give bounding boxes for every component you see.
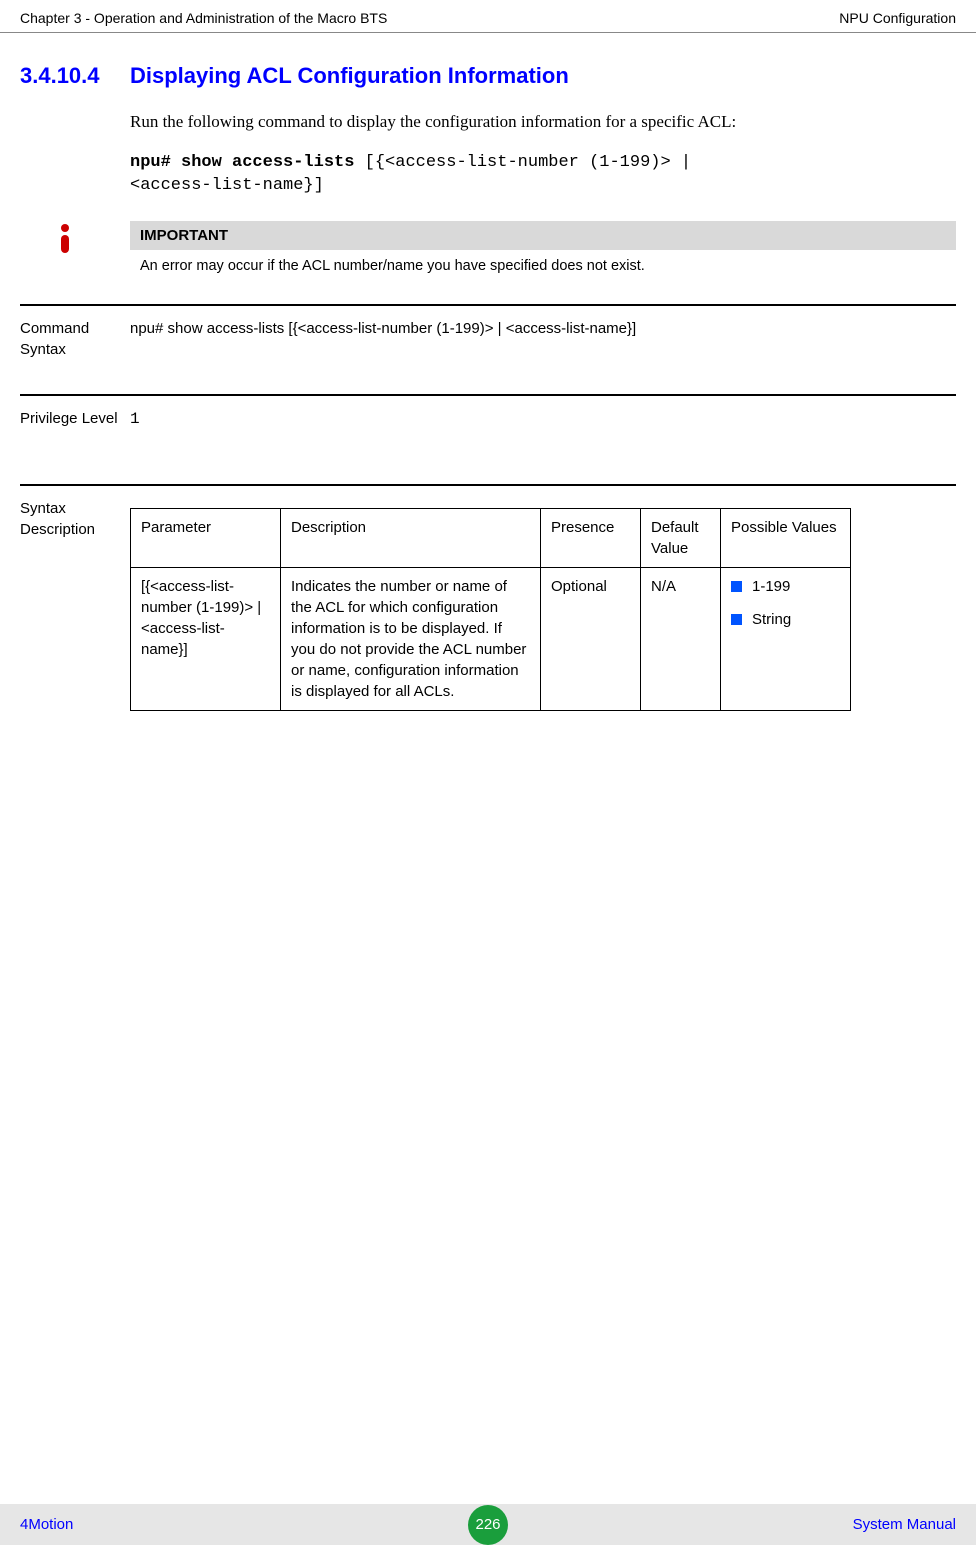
th-presence: Presence [541,508,641,567]
td-parameter: [{<access-list-number (1-199)> | <access… [131,567,281,710]
code-bold-part: npu# show access-lists [130,153,365,172]
th-parameter: Parameter [131,508,281,567]
bullet-text-1: 1-199 [752,576,790,597]
list-item: 1-199 [731,576,840,597]
important-block: IMPORTANT An error may occur if the ACL … [20,221,956,274]
syntax-description-row: Syntax Description Parameter Description… [20,484,956,711]
intro-text: Run the following command to display the… [130,109,956,135]
page-header: Chapter 3 - Operation and Administration… [0,0,976,33]
syntax-table-wrapper: Parameter Description Presence Default V… [130,508,851,711]
privilege-level-row: Privilege Level 1 [20,394,956,454]
code-rest-1: [{<access-list-number (1-199)> | [365,153,691,172]
page-content: 3.4.10.4 Displaying ACL Configuration In… [0,33,976,711]
privilege-level-label: Privilege Level [20,408,130,454]
important-label: IMPORTANT [130,221,956,250]
bullet-text-2: String [752,609,791,630]
list-item: String [731,609,840,630]
bullet-square-icon [731,581,742,592]
page-footer: 4Motion 226 System Manual [0,1504,976,1545]
syntax-table: Parameter Description Presence Default V… [130,508,851,711]
important-text: An error may occur if the ACL number/nam… [130,258,956,274]
td-possible: 1-199 String [721,567,851,710]
th-possible: Possible Values [721,508,851,567]
header-left: Chapter 3 - Operation and Administration… [20,10,387,26]
page-number-badge: 226 [468,1505,508,1545]
important-icon-column [20,221,130,274]
command-syntax-label: Command Syntax [20,318,130,364]
section-title: Displaying ACL Configuration Information [130,63,569,89]
command-syntax-row: Command Syntax npu# show access-lists [{… [20,304,956,364]
command-syntax-value: npu# show access-lists [{<access-list-nu… [130,318,636,364]
td-description: Indicates the number or name of the ACL … [281,567,541,710]
footer-left: 4Motion [20,1516,73,1533]
td-default: N/A [641,567,721,710]
syntax-description-label: Syntax Description [20,498,130,711]
th-default: Default Value [641,508,721,567]
footer-right: System Manual [853,1516,956,1533]
table-header-row: Parameter Description Presence Default V… [131,508,851,567]
footer-center: 226 [468,1505,508,1545]
privilege-level-value: 1 [130,408,140,454]
info-icon [56,223,74,255]
td-presence: Optional [541,567,641,710]
important-content: IMPORTANT An error may occur if the ACL … [130,221,956,274]
command-code-line-2: <access-list-name}] [130,176,956,195]
bullet-square-icon [731,614,742,625]
table-row: [{<access-list-number (1-199)> | <access… [131,567,851,710]
command-code-line-1: npu# show access-lists [{<access-list-nu… [130,153,956,172]
section-number: 3.4.10.4 [20,63,130,89]
section-heading: 3.4.10.4 Displaying ACL Configuration In… [20,63,956,89]
th-description: Description [281,508,541,567]
header-right: NPU Configuration [839,10,956,26]
